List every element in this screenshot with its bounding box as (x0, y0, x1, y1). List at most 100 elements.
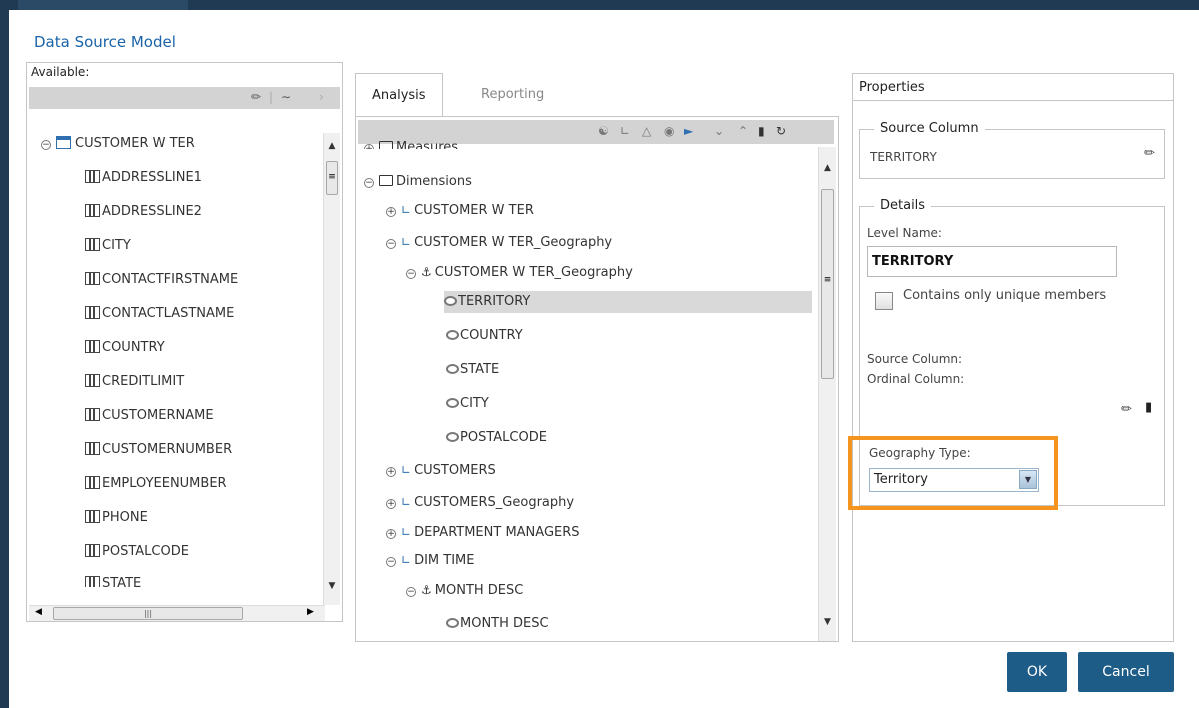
scroll-up-icon[interactable]: ▲ (819, 163, 836, 173)
tree-item-measures[interactable]: + Measures (364, 141, 458, 149)
dimension-icon: ∟ (401, 463, 412, 477)
delete-icon[interactable]: ▮ (1145, 400, 1152, 415)
available-horizontal-scrollbar[interactable]: ◀ ||| ▶ (29, 605, 325, 621)
tree-item-level[interactable]: STATE (446, 359, 499, 381)
edit-icon[interactable]: ✏ (1144, 146, 1155, 161)
details-legend: Details (874, 198, 932, 213)
collapse-icon[interactable]: − (386, 557, 396, 567)
column-item[interactable]: CONTACTFIRSTNAME (85, 269, 238, 291)
source-column-legend: Source Column (874, 121, 985, 136)
tree-item-level[interactable]: COUNTRY (446, 325, 523, 347)
expand-icon[interactable]: + (386, 207, 396, 217)
scroll-thumb[interactable]: ≡ (821, 189, 834, 379)
scroll-up-icon[interactable]: ▲ (324, 141, 340, 151)
column-item[interactable]: CITY (85, 235, 131, 257)
tree-item-dimension[interactable]: − ∟ DIM TIME (386, 549, 474, 571)
tree-item-hierarchy[interactable]: − ⚓ MONTH DESC (406, 579, 523, 601)
column-item[interactable]: STATE (85, 573, 141, 587)
available-toolbar: ✏ | ∼ › (29, 87, 340, 109)
available-vertical-scrollbar[interactable]: ▲ ≡ ▼ (323, 133, 340, 605)
tree-item-level[interactable]: MONTH DESC (446, 613, 549, 635)
column-label: CREDITLIMIT (102, 374, 185, 389)
collapse-icon[interactable]: − (364, 178, 374, 188)
column-item[interactable]: COUNTRY (85, 337, 165, 359)
scroll-right-icon[interactable]: ▶ (307, 607, 314, 617)
expand-icon[interactable]: + (386, 499, 396, 509)
tree-item-dimension[interactable]: + ∟ CUSTOMER W TER (386, 199, 534, 221)
add-hierarchy-icon[interactable]: ☯ (598, 124, 609, 138)
column-icon (85, 442, 100, 455)
tree-item-dimension[interactable]: + ∟ CUSTOMERS_Geography (386, 491, 574, 513)
collapse-icon[interactable]: − (406, 269, 416, 279)
column-icon (85, 204, 100, 217)
tree-item-table[interactable]: − CUSTOMER W TER (41, 133, 195, 155)
hierarchy-icon: ⚓ (421, 583, 432, 597)
tree-label: CUSTOMER W TER (414, 203, 534, 218)
column-item[interactable]: CUSTOMERNUMBER (85, 439, 232, 461)
collapse-icon[interactable]: − (406, 587, 416, 597)
chevron-right-icon[interactable]: › (319, 90, 324, 104)
column-item[interactable]: POSTALCODE (85, 541, 189, 563)
column-item[interactable]: CUSTOMERNAME (85, 405, 214, 427)
remove-link-icon[interactable]: ∼ (281, 90, 291, 104)
column-icon (85, 238, 100, 251)
add-member-icon[interactable]: ◉ (664, 124, 674, 138)
separator: | (269, 90, 274, 104)
expand-icon[interactable]: + (386, 529, 396, 539)
tree-label: CUSTOMER W TER_Geography (414, 235, 613, 250)
unique-members-checkbox[interactable] (875, 292, 893, 310)
scroll-left-icon[interactable]: ◀ (35, 607, 42, 617)
tree-item-hierarchy[interactable]: − ⚓ CUSTOMER W TER_Geography (406, 261, 633, 283)
scroll-thumb-horizontal[interactable]: ||| (53, 607, 243, 620)
level-icon (446, 330, 459, 340)
refresh-icon[interactable]: ↻ (776, 124, 786, 138)
tree-item-dimension[interactable]: − ∟ CUSTOMER W TER_Geography (386, 231, 612, 253)
tag-icon[interactable]: ► (684, 124, 693, 138)
ok-button[interactable]: OK (1007, 652, 1067, 692)
add-dimension-icon[interactable]: ∟ (620, 124, 630, 138)
available-label: Available: (31, 65, 90, 79)
column-item[interactable]: CONTACTLASTNAME (85, 303, 234, 325)
tree-item-dimension[interactable]: + ∟ DEPARTMENT MANAGERS (386, 521, 580, 543)
unique-members-label: Contains only unique members (903, 288, 1107, 303)
level-icon (446, 398, 459, 408)
tree-item-dimension[interactable]: + ∟ CUSTOMERS (386, 459, 496, 481)
scroll-thumb[interactable]: ≡ (326, 161, 338, 195)
column-label: CONTACTLASTNAME (102, 306, 235, 321)
tab-analysis[interactable]: Analysis (355, 73, 443, 118)
dialog-title: Data Source Model (34, 33, 176, 51)
scroll-down-icon[interactable]: ▼ (324, 581, 340, 591)
collapse-icon[interactable]: − (41, 140, 51, 150)
source-column-group: Source Column TERRITORY ✏ (859, 121, 1165, 179)
tree-item-dimensions[interactable]: − Dimensions (364, 171, 472, 193)
tree-label: CUSTOMERS_Geography (414, 495, 575, 510)
tree-item-level[interactable]: CITY (446, 393, 489, 415)
dimension-icon: ∟ (401, 553, 412, 567)
column-item[interactable]: EMPLOYEENUMBER (85, 473, 227, 495)
column-label: COUNTRY (102, 340, 165, 355)
edit-icon[interactable]: ✏ (1121, 402, 1132, 417)
column-item[interactable]: ADDRESSLINE2 (85, 201, 202, 223)
ordinal-column-label: Ordinal Column: (867, 372, 965, 386)
move-down-icon[interactable]: ⌄ (714, 124, 724, 138)
tree-item-level[interactable]: POSTALCODE (446, 427, 547, 449)
level-name-label: Level Name: (867, 226, 942, 240)
expand-icon[interactable]: + (386, 467, 396, 477)
delete-icon[interactable]: ▮ (758, 124, 765, 138)
move-up-icon[interactable]: ⌃ (738, 124, 748, 138)
edit-icon[interactable]: ✏ (251, 90, 261, 104)
column-label: CITY (102, 238, 131, 253)
tab-reporting[interactable]: Reporting (465, 73, 560, 118)
tree-item-level-selected[interactable]: TERRITORY (444, 291, 812, 313)
collapse-icon[interactable]: − (386, 239, 396, 249)
level-name-input[interactable]: TERRITORY (867, 246, 1117, 277)
column-item[interactable]: PHONE (85, 507, 148, 529)
column-item[interactable]: CREDITLIMIT (85, 371, 184, 393)
level-icon (446, 364, 459, 374)
cancel-button[interactable]: Cancel (1078, 652, 1174, 692)
scroll-down-icon[interactable]: ▼ (819, 617, 836, 627)
column-icon (85, 272, 100, 285)
analysis-vertical-scrollbar[interactable]: ▲ ≡ ▼ (818, 147, 836, 641)
add-level-icon[interactable]: △ (642, 124, 651, 138)
column-item[interactable]: ADDRESSLINE1 (85, 167, 202, 189)
